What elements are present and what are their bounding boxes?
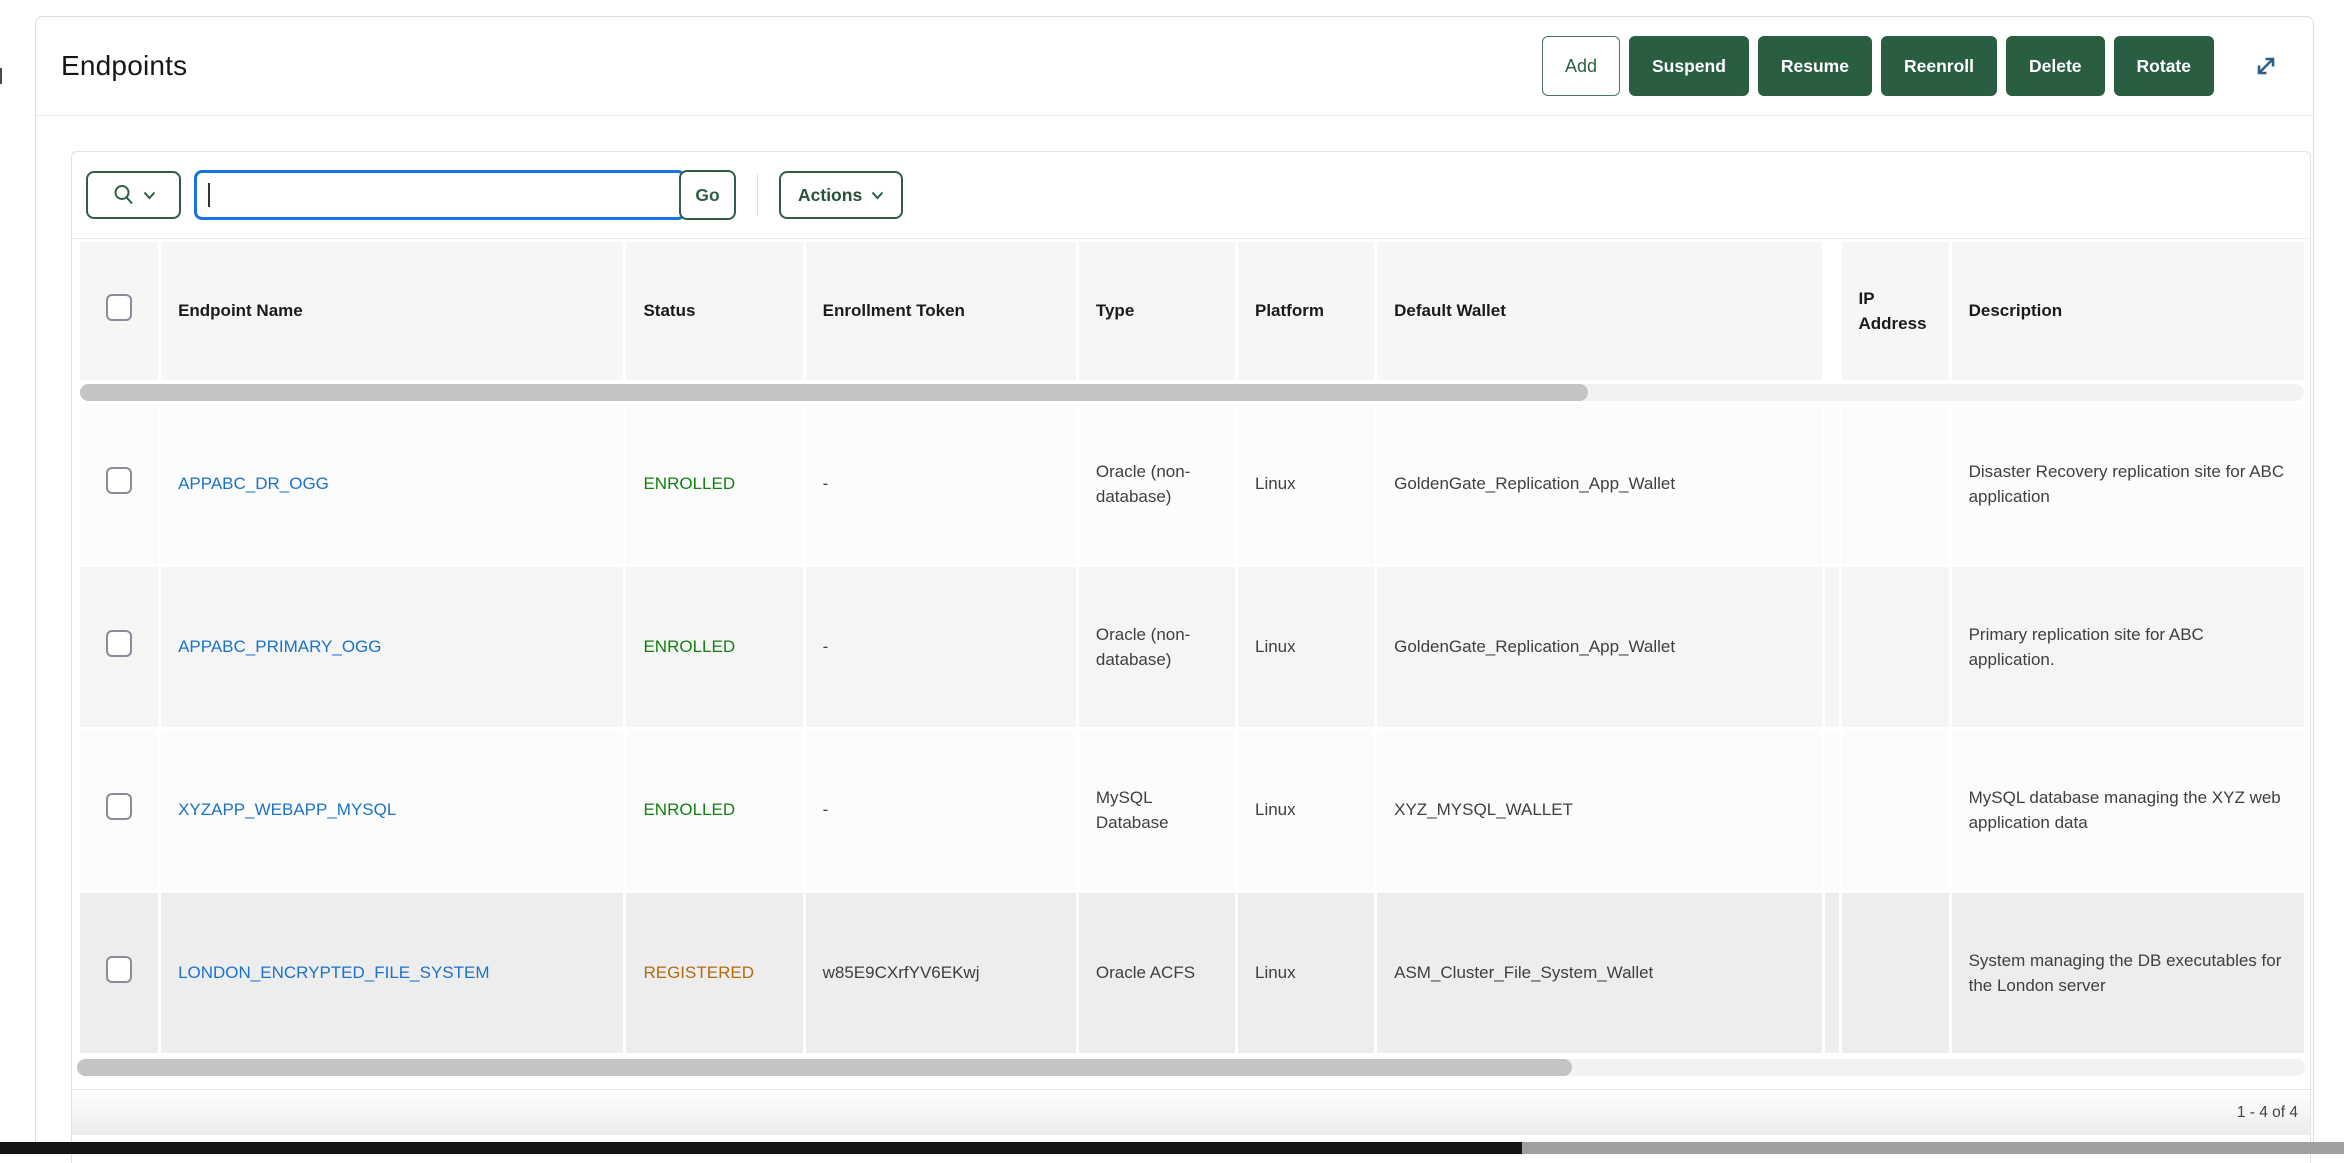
- description-cell: Disaster Recovery replication site for A…: [1952, 404, 2304, 564]
- column-header-platform[interactable]: Platform: [1238, 242, 1374, 380]
- actions-label: Actions: [798, 185, 862, 206]
- enrollment-token-cell: -: [806, 730, 1076, 890]
- search-input-wrap: [194, 170, 686, 220]
- scrollbar-track: [80, 384, 2304, 401]
- row-checkbox[interactable]: [106, 467, 132, 494]
- maximize-region-icon[interactable]: [2251, 51, 2281, 81]
- default-wallet-cell: ASM_Cluster_File_System_Wallet: [1377, 893, 1821, 1053]
- search-icon: [112, 183, 136, 207]
- table-bottom-scrollbar: [77, 1059, 2305, 1076]
- platform-cell: Linux: [1238, 567, 1374, 727]
- rotate-button[interactable]: Rotate: [2114, 36, 2214, 96]
- column-header-enrollment-token[interactable]: Enrollment Token: [806, 242, 1076, 380]
- status-badge: REGISTERED: [643, 963, 754, 982]
- endpoints-table: Endpoint Name Status Enrollment Token Ty…: [72, 238, 2310, 1056]
- type-cell: Oracle (non-database): [1079, 567, 1235, 727]
- window-horizontal-scrollbar[interactable]: [0, 1142, 2344, 1154]
- row-checkbox[interactable]: [106, 793, 132, 820]
- enrollment-token-cell: w85E9CXrfYV6EKwj: [806, 893, 1076, 1053]
- column-header-default-wallet[interactable]: Default Wallet: [1377, 242, 1821, 380]
- page-title: Endpoints: [61, 50, 187, 82]
- description-cell: Primary replication site for ABC applica…: [1952, 567, 2304, 727]
- window-edge-artifact: [0, 68, 2, 84]
- column-header-endpoint-name[interactable]: Endpoint Name: [161, 242, 623, 380]
- table-row: LONDON_ENCRYPTED_FILE_SYSTEM REGISTERED …: [80, 893, 2304, 1053]
- actions-menu-button[interactable]: Actions: [779, 171, 903, 219]
- type-cell: MySQL Database: [1079, 730, 1235, 890]
- text-caret: [208, 183, 210, 207]
- row-checkbox[interactable]: [106, 630, 132, 657]
- column-gap: [1825, 242, 1839, 380]
- endpoint-name-link[interactable]: APPABC_PRIMARY_OGG: [178, 637, 381, 656]
- suspend-button[interactable]: Suspend: [1629, 36, 1749, 96]
- row-checkbox[interactable]: [106, 956, 132, 983]
- pagination-label: 1 - 4 of 4: [2237, 1104, 2298, 1122]
- delete-button[interactable]: Delete: [2006, 36, 2105, 96]
- scrollbar-thumb[interactable]: [77, 1059, 1572, 1076]
- ip-address-cell: [1842, 404, 1949, 564]
- table-top-scrollbar: [80, 383, 2304, 401]
- type-cell: Oracle ACFS: [1079, 893, 1235, 1053]
- search-scope-dropdown[interactable]: [86, 171, 181, 219]
- platform-cell: Linux: [1238, 730, 1374, 890]
- search-input[interactable]: [194, 170, 686, 220]
- endpoint-name-link[interactable]: APPABC_DR_OGG: [178, 474, 329, 493]
- ip-address-cell: [1842, 893, 1949, 1053]
- enrollment-token-cell: -: [806, 567, 1076, 727]
- status-badge: ENROLLED: [643, 800, 735, 819]
- go-button[interactable]: Go: [679, 170, 736, 220]
- resume-button[interactable]: Resume: [1758, 36, 1872, 96]
- endpoints-panel: Endpoints Add Suspend Resume Reenroll De…: [35, 16, 2314, 1146]
- column-header-type[interactable]: Type: [1079, 242, 1235, 380]
- enrollment-token-cell: -: [806, 404, 1076, 564]
- table-row: XYZAPP_WEBAPP_MYSQL ENROLLED - MySQL Dat…: [80, 730, 2304, 890]
- report-footer: 1 - 4 of 4: [72, 1089, 2310, 1135]
- default-wallet-cell: GoldenGate_Replication_App_Wallet: [1377, 404, 1821, 564]
- panel-header: Endpoints Add Suspend Resume Reenroll De…: [36, 17, 2313, 116]
- default-wallet-cell: GoldenGate_Replication_App_Wallet: [1377, 567, 1821, 727]
- add-button[interactable]: Add: [1542, 36, 1620, 96]
- header-button-group: Add Suspend Resume Reenroll Delete Rotat…: [1542, 36, 2287, 96]
- column-header-status[interactable]: Status: [626, 242, 802, 380]
- reenroll-button[interactable]: Reenroll: [1881, 36, 1997, 96]
- select-all-checkbox[interactable]: [106, 294, 132, 321]
- column-header-ip-address[interactable]: IP Address: [1842, 242, 1949, 380]
- toolbar-divider: [757, 174, 758, 216]
- chevron-down-icon: [143, 191, 156, 200]
- ip-address-cell: [1842, 567, 1949, 727]
- chevron-down-icon: [871, 191, 884, 200]
- default-wallet-cell: XYZ_MYSQL_WALLET: [1377, 730, 1821, 890]
- platform-cell: Linux: [1238, 893, 1374, 1053]
- platform-cell: Linux: [1238, 404, 1374, 564]
- status-badge: ENROLLED: [643, 637, 735, 656]
- scrollbar-thumb[interactable]: [80, 384, 1588, 401]
- endpoint-name-link[interactable]: XYZAPP_WEBAPP_MYSQL: [178, 800, 396, 819]
- type-cell: Oracle (non-database): [1079, 404, 1235, 564]
- interactive-report: Go Actions: [71, 151, 2311, 1163]
- table-row: APPABC_PRIMARY_OGG ENROLLED - Oracle (no…: [80, 567, 2304, 727]
- table-header-row: Endpoint Name Status Enrollment Token Ty…: [80, 242, 2304, 380]
- table-row: APPABC_DR_OGG ENROLLED - Oracle (non-dat…: [80, 404, 2304, 564]
- description-cell: System managing the DB executables for t…: [1952, 893, 2304, 1053]
- column-header-description[interactable]: Description: [1952, 242, 2304, 380]
- endpoint-name-link[interactable]: LONDON_ENCRYPTED_FILE_SYSTEM: [178, 963, 489, 982]
- status-badge: ENROLLED: [643, 474, 735, 493]
- ip-address-cell: [1842, 730, 1949, 890]
- description-cell: MySQL database managing the XYZ web appl…: [1952, 730, 2304, 890]
- report-toolbar: Go Actions: [72, 152, 2310, 238]
- window-scrollbar-thumb[interactable]: [0, 1142, 1522, 1154]
